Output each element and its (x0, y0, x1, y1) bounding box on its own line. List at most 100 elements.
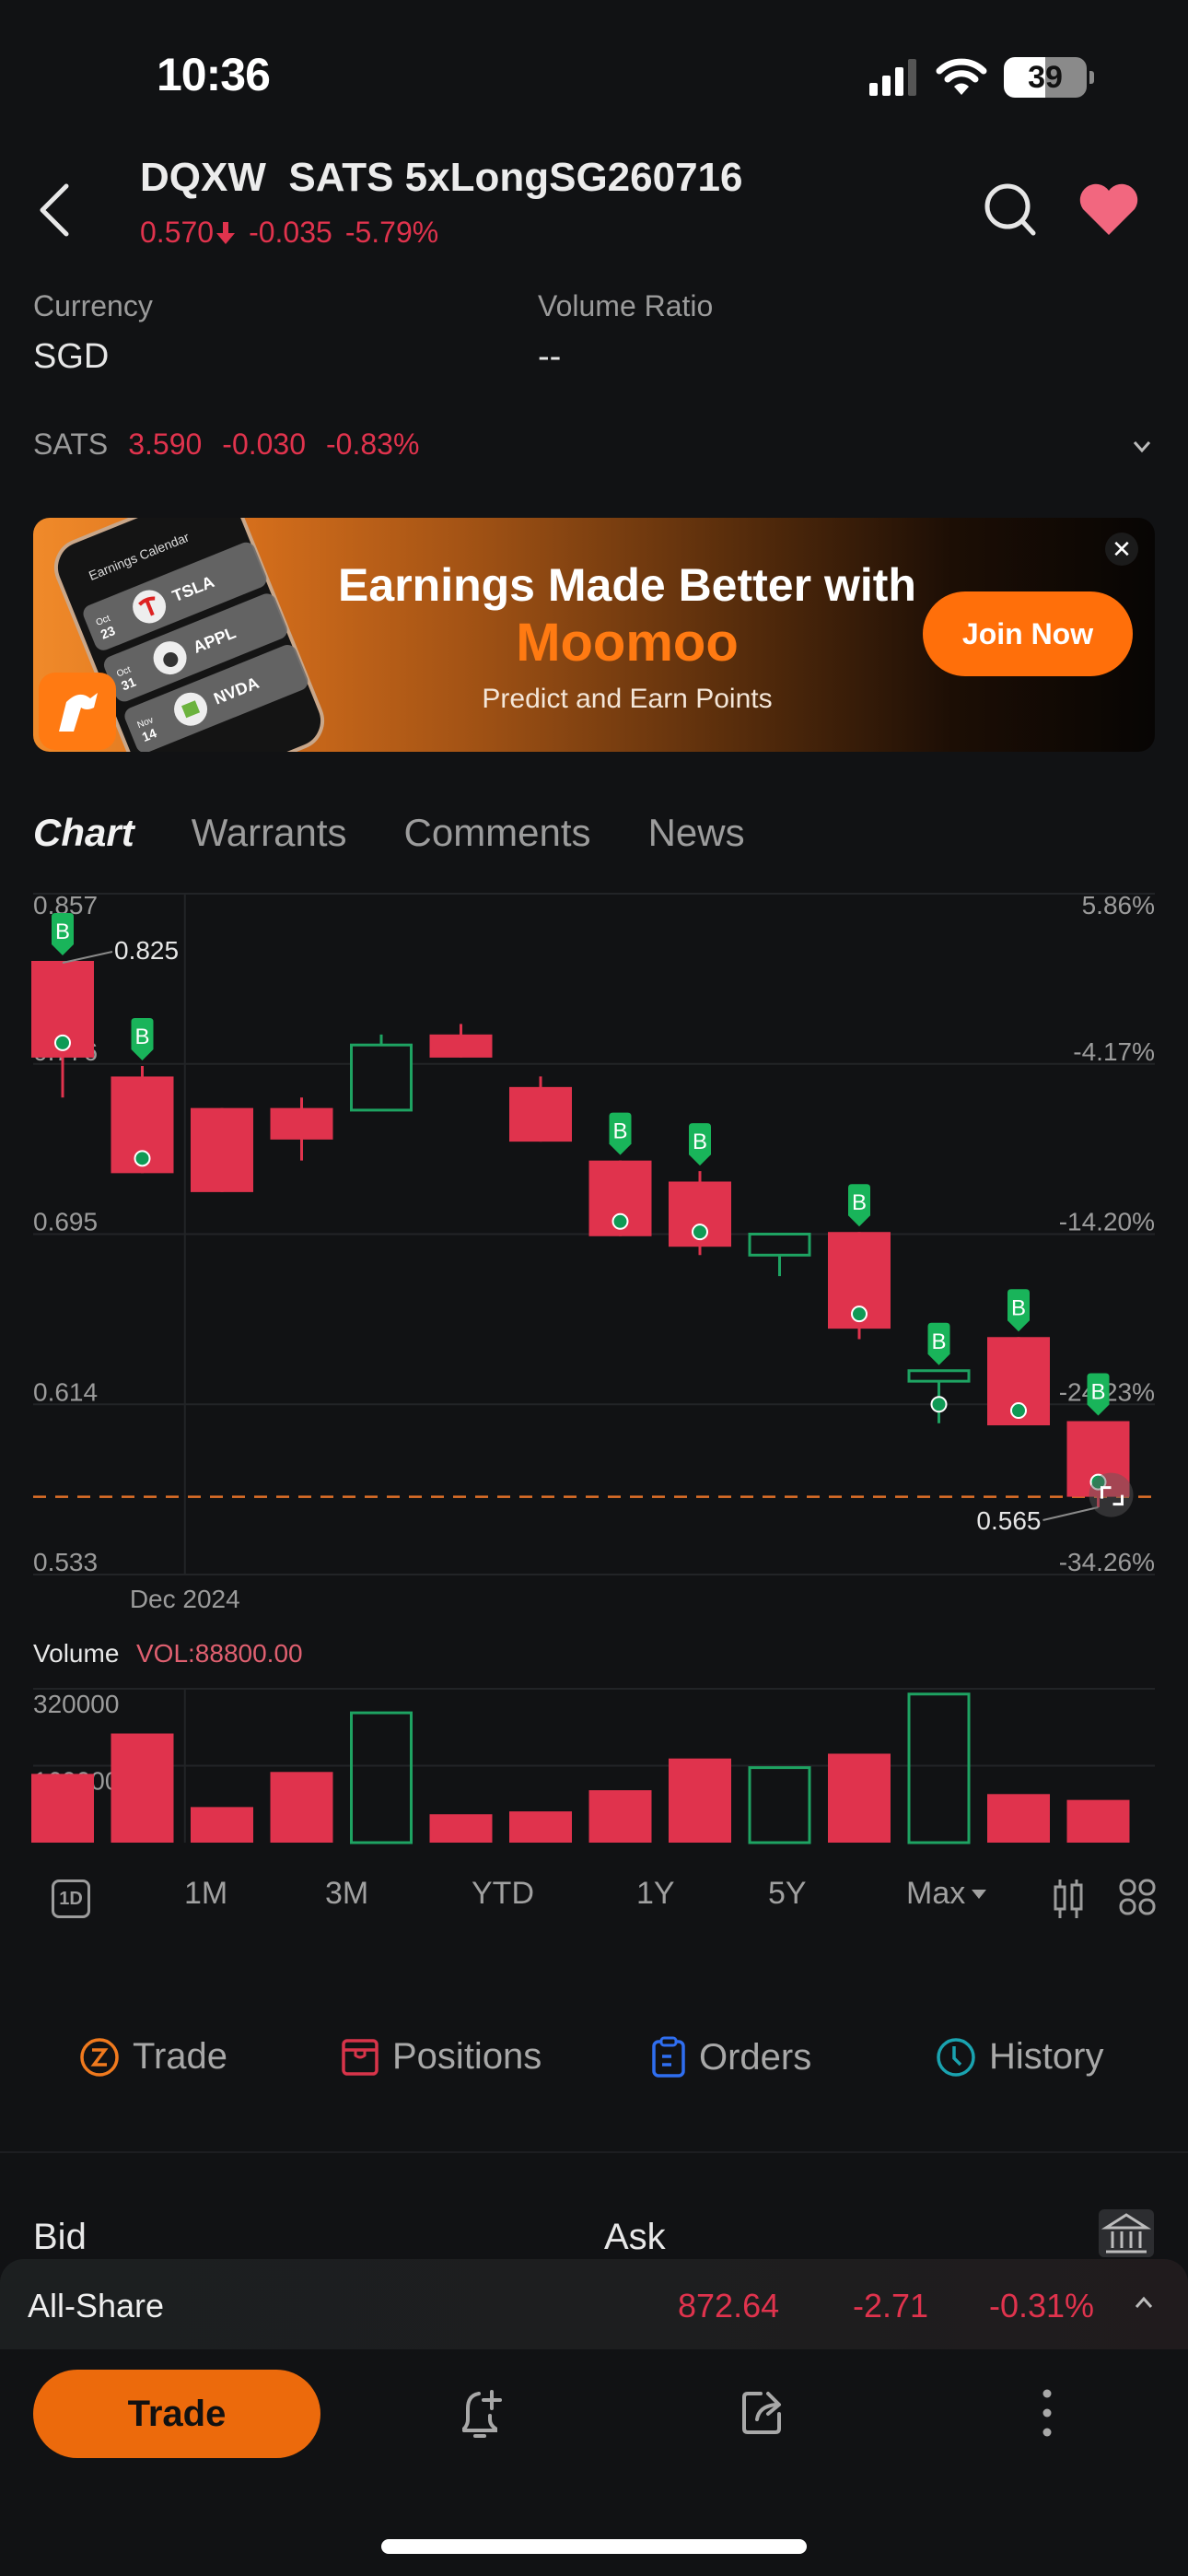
low-annotation-label: 0.565 (976, 1506, 1041, 1535)
banner-headline: Earnings Made Better with (338, 559, 916, 611)
trade-dot (692, 1224, 708, 1241)
cellular-signal-icon (869, 59, 916, 96)
security-name: SATS 5xLongSG260716 (288, 155, 743, 200)
content-tabs: Chart Warrants Comments News (29, 811, 745, 861)
trade-dot (54, 1034, 71, 1051)
exchange-building-icon[interactable] (1099, 2209, 1154, 2257)
trade-icon (80, 2037, 119, 2077)
pct-tick-label: 5.86% (1082, 891, 1155, 919)
index-ticker-bar[interactable]: All-Share 872.64 -2.71 -0.31% (0, 2259, 1188, 2349)
volume-bar[interactable] (987, 1794, 1050, 1843)
candle-body[interactable] (748, 1233, 811, 1257)
period-ytd[interactable]: YTD (472, 1876, 534, 1912)
join-now-button[interactable]: Join Now (923, 591, 1133, 676)
chevron-down-icon[interactable] (1129, 433, 1155, 459)
index-change: -2.71 (853, 2287, 929, 2324)
underlying-row[interactable]: SATS 3.590 -0.030 -0.83% (33, 427, 419, 462)
action-trade[interactable]: Trade (79, 2036, 227, 2078)
price-tick-label: 0.695 (33, 1208, 98, 1236)
quote-line: 0.570 -0.035 -5.79% (140, 216, 438, 250)
candlestick-chart[interactable]: 0.8575.86%0.776-4.17%0.695-14.20%0.614-2… (0, 875, 1188, 1861)
volume-bar[interactable] (748, 1766, 811, 1844)
banner-subtitle: Predict and Earn Points (482, 684, 773, 714)
back-arrow-icon[interactable] (33, 182, 77, 238)
security-code: DQXW (140, 155, 266, 200)
buy-marker-label: B (1090, 1379, 1105, 1404)
volume-bar[interactable] (1066, 1799, 1130, 1843)
price-change: -0.035 (249, 216, 332, 249)
action-orders[interactable]: Orders (651, 2036, 811, 2078)
volume-bar[interactable] (111, 1733, 174, 1843)
volume-ratio-value: -- (538, 337, 562, 376)
index-name: All-Share (28, 2287, 165, 2324)
volume-bar[interactable] (588, 1790, 652, 1843)
wifi-icon (936, 58, 987, 95)
underlying-price: 3.590 (128, 427, 203, 461)
price-tick-label: 0.614 (33, 1377, 98, 1406)
share-icon[interactable] (733, 2383, 794, 2443)
action-positions-label: Positions (392, 2036, 542, 2077)
volume-bar[interactable] (191, 1807, 253, 1843)
action-positions[interactable]: Positions (341, 2036, 542, 2078)
promo-banner[interactable]: Earnings Calendar Oct 23 TSLA Oct 31 APP… (33, 518, 1155, 752)
period-1m[interactable]: 1M (184, 1876, 227, 1912)
close-banner-icon[interactable]: ✕ (1105, 533, 1138, 566)
tab-chart[interactable]: Chart (29, 811, 134, 861)
volume-bar[interactable] (509, 1811, 572, 1843)
buy-marker-label: B (931, 1329, 946, 1354)
chevron-up-icon[interactable] (1131, 2290, 1157, 2316)
candle-type-icon[interactable] (1052, 1878, 1085, 1920)
tab-warrants[interactable]: Warrants (192, 811, 347, 855)
volume-bar[interactable] (350, 1711, 413, 1844)
price-tick-label: 0.533 (33, 1548, 98, 1576)
volume-bar[interactable] (828, 1753, 891, 1843)
candle-body[interactable] (429, 1034, 493, 1058)
search-icon[interactable] (982, 181, 1039, 238)
more-options-icon[interactable] (1017, 2383, 1077, 2443)
period-max-dropdown[interactable]: Max (906, 1876, 987, 1912)
volume-bar[interactable] (669, 1758, 731, 1843)
indicators-grid-icon[interactable] (1118, 1878, 1157, 1916)
index-change-pct: -0.31% (989, 2287, 1095, 2324)
volume-ratio-label: Volume Ratio (538, 289, 714, 322)
period-1y[interactable]: 1Y (636, 1876, 675, 1912)
period-selector: 1D 1M 3M YTD 1Y 5Y Max (0, 1876, 1188, 1922)
trade-dot (134, 1150, 151, 1167)
status-icons: 39 (869, 57, 1094, 98)
currency-label: Currency (33, 289, 153, 322)
trade-dot (611, 1212, 629, 1230)
candle-body[interactable] (270, 1107, 333, 1140)
buy-marker-label: B (134, 1025, 149, 1049)
currency-value: SGD (33, 337, 110, 376)
trade-dot (930, 1396, 948, 1413)
status-time: 10:36 (157, 49, 271, 100)
period-3m[interactable]: 3M (325, 1876, 368, 1912)
tab-comments[interactable]: Comments (404, 811, 591, 855)
period-1d[interactable]: 1D (52, 1879, 90, 1918)
alert-bell-add-icon[interactable] (451, 2383, 512, 2443)
last-price: 0.570 (140, 216, 215, 249)
security-title: DQXW SATS 5xLongSG260716 (140, 155, 743, 201)
trade-actions: Trade Positions Orders History (0, 2036, 1188, 2101)
underlying-change-pct: -0.83% (326, 427, 420, 461)
candle-body[interactable] (907, 1369, 971, 1383)
ask-label: Ask (604, 2217, 666, 2257)
volume-bar[interactable] (31, 1774, 94, 1843)
trade-button[interactable]: Trade (33, 2370, 320, 2458)
volume-bar[interactable] (429, 1814, 493, 1843)
favorite-heart-icon[interactable] (1077, 181, 1140, 237)
action-history-label: History (989, 2036, 1104, 2077)
battery-indicator: 39 (1004, 57, 1094, 98)
action-history[interactable]: History (936, 2036, 1103, 2078)
period-5y[interactable]: 5Y (768, 1876, 807, 1912)
candle-body[interactable] (509, 1086, 572, 1142)
volume-bar[interactable] (907, 1692, 971, 1844)
tab-news[interactable]: News (648, 811, 745, 855)
price-change-pct: -5.79% (344, 216, 439, 249)
candle-body[interactable] (191, 1107, 253, 1192)
fullscreen-toggle[interactable] (1089, 1472, 1134, 1517)
volume-bar[interactable] (270, 1772, 333, 1843)
date-tick-label: Dec 2024 (130, 1585, 240, 1613)
volume-tick-label: 320000 (33, 1690, 119, 1718)
candle-body[interactable] (350, 1043, 413, 1112)
